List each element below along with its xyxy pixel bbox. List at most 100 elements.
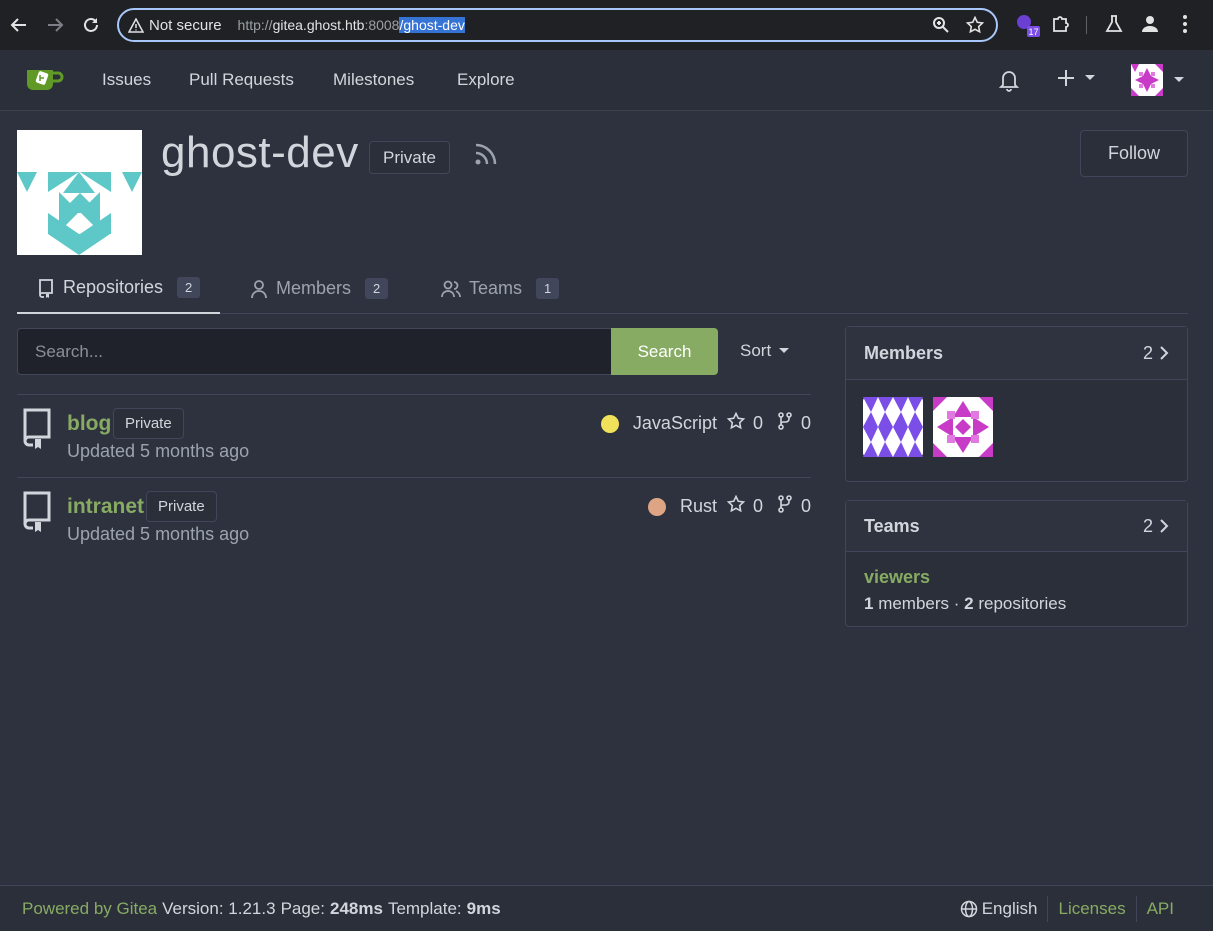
forward-icon[interactable]	[44, 14, 66, 36]
footer-page-time: 248ms	[330, 898, 383, 918]
tab-teams-label: Teams	[469, 278, 523, 298]
teams-card-count: 2	[1142, 515, 1153, 536]
star-icon[interactable]	[726, 411, 746, 435]
browser-menu-icon[interactable]	[1180, 13, 1190, 40]
language-color-dot	[600, 414, 619, 433]
nav-milestones[interactable]: Milestones	[333, 70, 414, 90]
notification-bell-icon[interactable]	[998, 68, 1020, 97]
zoom-icon[interactable]	[932, 16, 950, 39]
footer-template-time: 9ms	[466, 898, 501, 918]
repo-updated-time: Updated 5 months ago	[67, 441, 250, 461]
repo-meta: JavaScript 0 0	[600, 411, 811, 435]
member-avatar[interactable]	[863, 397, 923, 457]
user-menu[interactable]	[1131, 64, 1185, 96]
org-visibility-badge: Private	[369, 141, 450, 174]
api-link[interactable]: API	[1147, 899, 1174, 919]
language-label: English	[981, 898, 1038, 918]
plus-icon	[1058, 70, 1074, 86]
members-card-title: Members	[864, 342, 944, 363]
globe-icon	[960, 900, 977, 917]
address-bar[interactable]: Not secure http://gitea.ghost.htb:8008/g…	[117, 8, 998, 42]
tab-teams[interactable]: Teams 1	[441, 263, 560, 314]
url-path: /ghost-dev	[399, 17, 465, 33]
back-icon[interactable]	[8, 14, 30, 36]
create-new-menu[interactable]	[1056, 68, 1096, 88]
url-scheme: http://	[237, 17, 273, 33]
repo-visibility-badge: Private	[113, 408, 184, 439]
tab-repositories[interactable]: Repositories 2	[17, 263, 221, 314]
teams-card-header[interactable]: Teams 2	[846, 501, 1187, 552]
team-members-text: members ·	[873, 594, 965, 613]
sort-label: Sort	[740, 341, 772, 360]
members-card-header[interactable]: Members 2	[846, 327, 1187, 380]
fork-icon[interactable]	[777, 412, 793, 435]
security-label: Not secure	[149, 16, 222, 34]
repo-list-item: intranet Private Updated 5 months ago Ru…	[17, 477, 811, 560]
repo-star-count[interactable]: 0	[753, 496, 763, 517]
reload-icon[interactable]	[80, 14, 102, 36]
team-item: viewers 1 members · 2 repositories	[846, 552, 1187, 614]
team-name-link[interactable]: viewers	[864, 567, 930, 587]
members-card-count: 2	[1142, 342, 1153, 363]
toolbar-divider	[1086, 16, 1087, 34]
repo-fork-count[interactable]: 0	[801, 496, 811, 517]
org-name: ghost-dev	[161, 128, 359, 177]
search-button[interactable]: Search	[611, 328, 718, 375]
user-avatar	[1131, 64, 1163, 96]
team-repo-count: 2	[964, 594, 974, 613]
nav-pull-requests[interactable]: Pull Requests	[189, 70, 294, 90]
repo-language: Rust	[679, 496, 717, 516]
labs-flask-icon[interactable]	[1104, 13, 1124, 40]
tab-members[interactable]: Members 2	[250, 263, 389, 314]
repo-name-link[interactable]: blog	[67, 412, 111, 436]
caret-down-icon	[779, 348, 790, 353]
team-repos-text: repositories	[973, 594, 1067, 613]
repo-icon	[20, 407, 54, 454]
member-avatar[interactable]	[933, 397, 993, 457]
teams-card: Teams 2 viewers 1 members · 2 repositori…	[845, 500, 1188, 627]
language-selector[interactable]: English	[960, 898, 1038, 919]
repo-language: JavaScript	[632, 413, 717, 433]
fork-icon[interactable]	[777, 495, 793, 518]
repo-fork-count[interactable]: 0	[801, 413, 811, 434]
warning-icon	[128, 17, 144, 33]
profile-icon[interactable]	[1140, 13, 1160, 40]
footer-template-label: Template:	[387, 898, 462, 918]
caret-down-icon	[1085, 75, 1095, 80]
sort-dropdown[interactable]: Sort	[740, 341, 790, 361]
footer-divider	[1047, 895, 1049, 922]
extension-badge-count: 17	[1028, 27, 1038, 37]
repo-updated-time: Updated 5 months ago	[67, 524, 250, 544]
footer-page-label: Page:	[280, 898, 325, 918]
tab-members-count: 2	[365, 278, 389, 299]
members-card: Members 2	[845, 326, 1188, 482]
repo-star-count[interactable]: 0	[753, 413, 763, 434]
repo-meta: Rust 0 0	[647, 494, 811, 518]
extension-icon-badge[interactable]: 17	[1015, 13, 1041, 44]
security-indicator[interactable]: Not secure	[128, 17, 222, 34]
repo-icon	[39, 278, 53, 298]
repo-name-link[interactable]: intranet	[67, 495, 144, 519]
site-navbar: Issues Pull Requests Milestones Explore	[0, 50, 1213, 111]
powered-by-gitea-link[interactable]: Powered by Gitea	[22, 899, 157, 919]
star-icon[interactable]	[726, 494, 746, 518]
url-host: gitea.ghost.htb	[272, 17, 365, 33]
nav-issues[interactable]: Issues	[102, 70, 151, 90]
licenses-link[interactable]: Licenses	[1058, 899, 1125, 919]
gitea-logo-icon[interactable]	[25, 62, 65, 99]
nav-explore[interactable]: Explore	[457, 70, 515, 90]
url-text[interactable]: http://gitea.ghost.htb:8008/ghost-dev	[238, 17, 465, 33]
people-icon	[441, 280, 461, 297]
rss-feed-icon[interactable]	[473, 141, 499, 172]
tab-teams-count: 1	[536, 278, 560, 299]
org-tabs: Repositories 2 Members 2 Teams 1	[17, 263, 1188, 314]
teams-card-title: Teams	[864, 515, 920, 536]
follow-button[interactable]: Follow	[1080, 130, 1188, 177]
footer-version: Version: 1.21.3	[162, 898, 276, 918]
extensions-puzzle-icon[interactable]	[1050, 13, 1072, 40]
footer-divider	[1135, 895, 1137, 922]
repo-icon	[20, 490, 54, 537]
repo-search-input[interactable]	[17, 328, 612, 375]
bookmark-star-icon[interactable]	[965, 15, 985, 39]
chevron-right-icon	[1160, 519, 1169, 533]
